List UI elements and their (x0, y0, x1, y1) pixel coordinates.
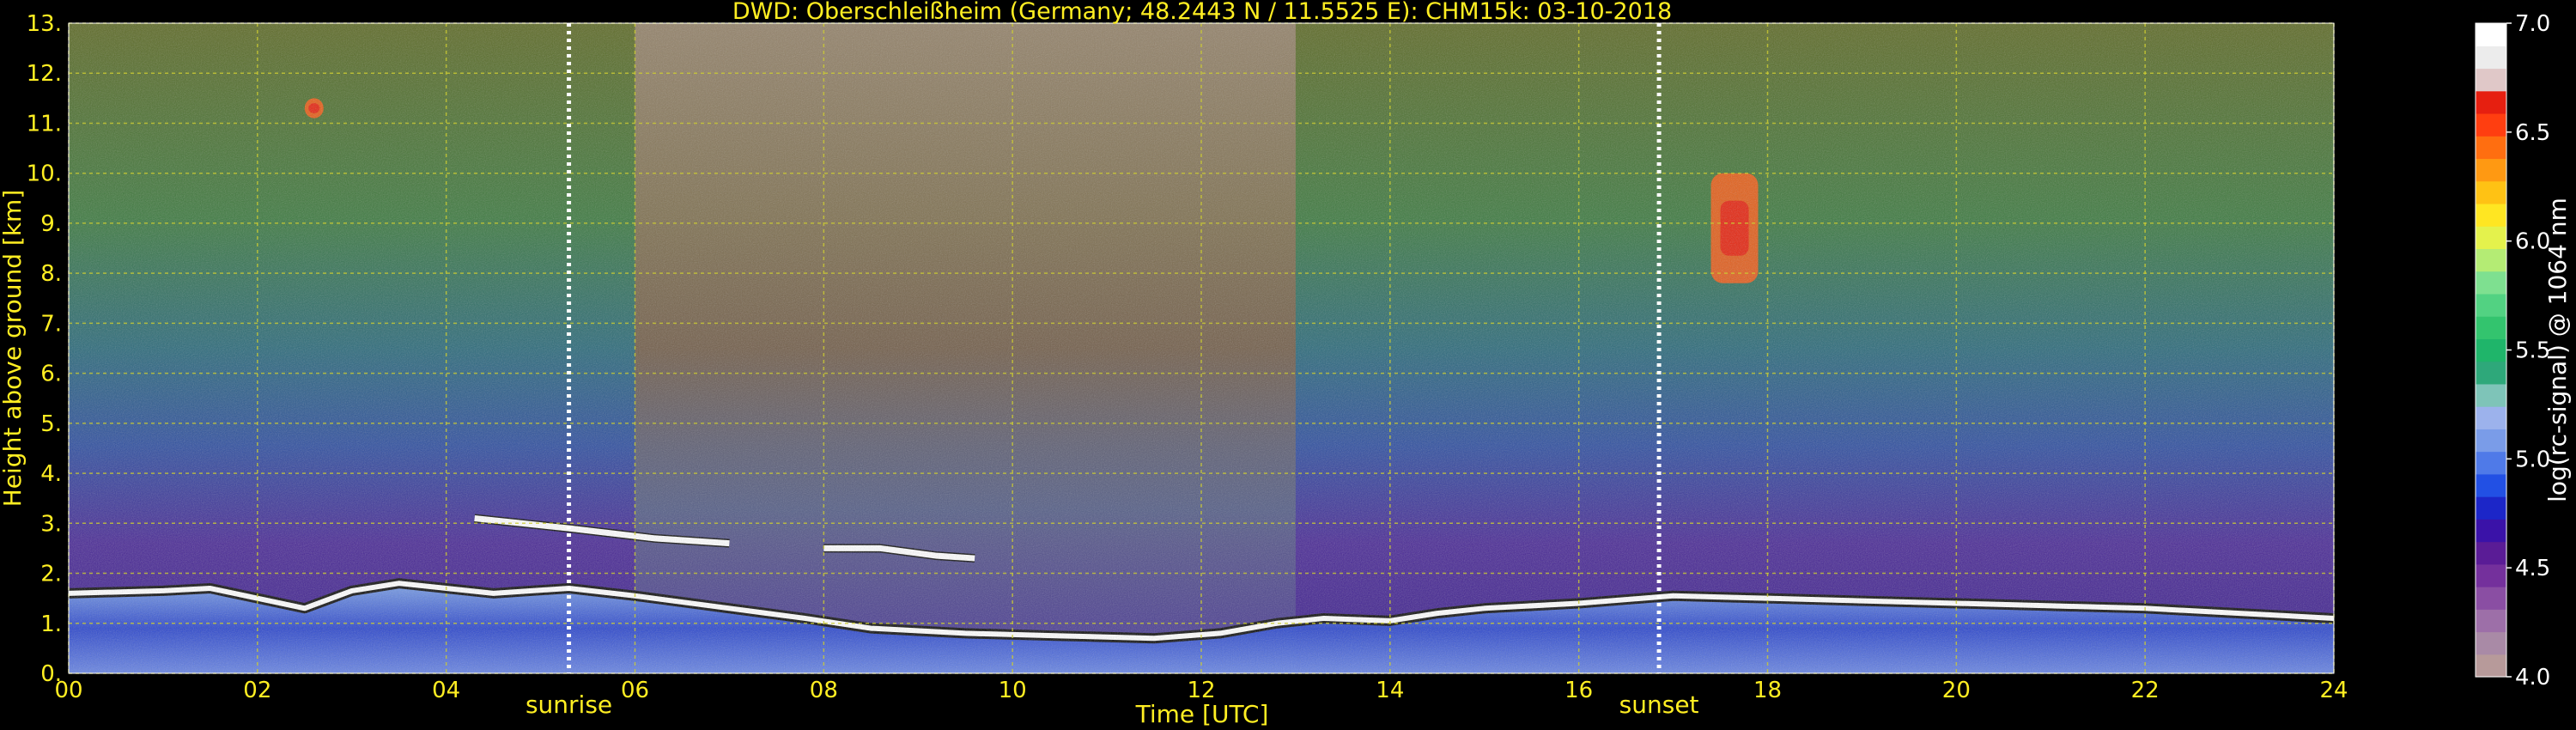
colorbar-segment (2476, 293, 2506, 317)
sun-marker-label: sunrise (526, 690, 612, 719)
colorbar: 4.04.55.05.56.06.57.0 (2475, 11, 2550, 690)
y-tick-label: 1. (40, 611, 62, 637)
colorbar-segment (2476, 23, 2506, 46)
colorbar-segment (2476, 473, 2506, 497)
colorbar-segment (2476, 338, 2506, 362)
colorbar-segment (2476, 587, 2506, 610)
x-tick-label: 08 (810, 678, 838, 703)
colorbar-segment (2476, 158, 2506, 182)
y-tick-label: 4. (40, 461, 62, 487)
y-tick-label: 7. (40, 311, 62, 337)
x-tick-label: 00 (54, 678, 82, 703)
colorbar-tick-label: 4.5 (2515, 556, 2550, 581)
colorbar-segment (2476, 180, 2506, 204)
y-tick-label: 2. (40, 562, 62, 587)
sun-marker-label: sunset (1619, 690, 1699, 719)
colorbar-segment (2476, 383, 2506, 407)
y-axis-label: Height above ground [km] (0, 190, 27, 508)
colorbar-tick-label: 6.5 (2515, 120, 2550, 146)
colorbar-segment (2476, 316, 2506, 339)
colorbar-tick-label: 4.0 (2515, 665, 2550, 690)
y-tick-label: 8. (40, 261, 62, 287)
colorbar-segment (2476, 226, 2506, 250)
y-axis-ticks: 0.1.2.3.4.5.6.7.8.9.10.11.12.13. (27, 11, 62, 687)
y-tick-label: 10. (27, 161, 62, 187)
lidar-ceilometer-chart: sunrise sunset 0.1.2.3.4.5.6.7.8.9.10.11.… (0, 0, 2572, 728)
x-axis-label: Time [UTC] (1135, 700, 1269, 728)
x-tick-label: 22 (2131, 678, 2160, 703)
x-tick-label: 04 (432, 678, 460, 703)
colorbar-segment (2476, 113, 2506, 137)
plot-area: sunrise sunset (68, 22, 2335, 719)
colorbar-segment (2476, 68, 2506, 92)
x-tick-label: 20 (1942, 678, 1971, 703)
colorbar-segment (2476, 248, 2506, 272)
colorbar-segment (2476, 541, 2506, 565)
colorbar-segment (2476, 136, 2506, 160)
y-tick-label: 3. (40, 511, 62, 537)
colorbar-segment (2476, 203, 2506, 227)
y-tick-label: 11. (27, 111, 62, 137)
colorbar-label: log(rc-signal) @ 1064 nm (2543, 198, 2572, 502)
colorbar-tick-label: 7.0 (2515, 11, 2550, 37)
chart-title: DWD: Oberschleißheim (Germany; 48.2443 N… (732, 0, 1672, 25)
x-tick-label: 10 (999, 678, 1027, 703)
colorbar-segment (2476, 271, 2506, 295)
colorbar-segment (2476, 609, 2506, 633)
x-tick-label: 14 (1376, 678, 1404, 703)
x-tick-label: 24 (2319, 678, 2348, 703)
colorbar-segment (2476, 631, 2506, 655)
x-tick-label: 18 (1753, 678, 1782, 703)
colorbar-segment (2476, 406, 2506, 429)
colorbar-segment (2476, 563, 2506, 587)
colorbar-segment (2476, 90, 2506, 114)
colorbar-segment (2476, 519, 2506, 543)
colorbar-segment (2476, 496, 2506, 520)
colorbar-segment (2476, 429, 2506, 453)
x-tick-label: 06 (621, 678, 649, 703)
y-tick-label: 5. (40, 411, 62, 437)
y-tick-label: 6. (40, 362, 62, 387)
y-tick-label: 9. (40, 211, 62, 237)
colorbar-segment (2476, 654, 2506, 678)
x-tick-label: 02 (243, 678, 271, 703)
y-tick-label: 12. (27, 61, 62, 87)
x-tick-label: 16 (1564, 678, 1593, 703)
colorbar-segment (2476, 451, 2506, 475)
colorbar-segment (2476, 46, 2506, 70)
y-tick-label: 13. (27, 11, 62, 37)
colorbar-segment (2476, 361, 2506, 385)
